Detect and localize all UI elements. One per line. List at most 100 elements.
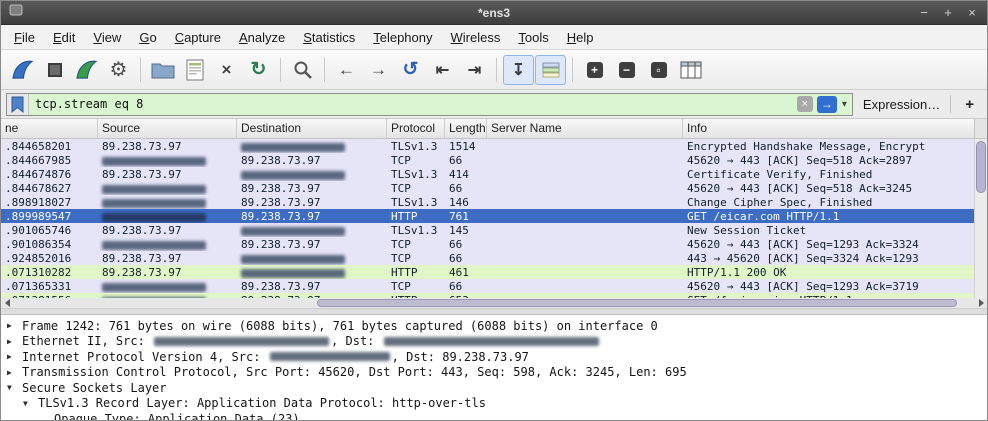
cell-server-name [487,181,683,195]
menu-item-telephony[interactable]: Telephony [364,27,441,48]
detail-line[interactable]: ▶Internet Protocol Version 4, Src: , Dst… [1,349,987,365]
collapsed-arrow-icon[interactable]: ▶ [7,321,22,330]
vertical-scrollbar[interactable] [974,139,987,298]
packet-row[interactable]: .89891802789.238.73.97TLSv1.3146Change C… [1,195,974,209]
detail-line[interactable]: ▶Transmission Control Protocol, Src Port… [1,365,987,381]
menu-item-analyze[interactable]: Analyze [230,27,294,48]
zoom-in-icon: + [587,62,603,78]
detail-text: Secure Sockets Layer [22,381,167,395]
clear-filter-icon[interactable]: × [797,96,813,112]
zoom-in-button[interactable]: + [579,55,610,85]
apply-filter-icon[interactable]: → [817,96,837,113]
column-header-destination[interactable]: Destination [237,119,387,138]
stop-capture-button[interactable] [39,55,70,85]
cell-protocol: TLSv1.3 [387,223,445,237]
column-header-server-name[interactable]: Server Name [487,119,683,138]
bookmark-icon[interactable] [7,94,29,115]
add-filter-button[interactable]: + [957,96,982,113]
resize-columns-button[interactable] [675,55,706,85]
save-file-button[interactable] [179,55,210,85]
column-header-protocol[interactable]: Protocol [387,119,445,138]
colorize-button[interactable] [535,55,566,85]
go-to-packet-button[interactable]: ↺ [395,55,426,85]
minimize-button[interactable]: − [917,5,931,20]
menu-item-wireless[interactable]: Wireless [442,27,510,48]
detail-line[interactable]: ▼Secure Sockets Layer [1,380,987,396]
restart-capture-button[interactable] [71,55,102,85]
title-bar[interactable]: *ens3 − + × [1,1,987,25]
menu-item-view[interactable]: View [84,27,130,48]
cell-time: .901086354 [1,237,98,251]
menu-item-help[interactable]: Help [558,27,603,48]
filter-input[interactable] [29,97,797,111]
close-button[interactable]: × [965,5,979,20]
detail-line[interactable]: ▶Ethernet II, Src: , Dst: [1,334,987,350]
scroll-left-icon[interactable] [1,298,13,308]
zoom-out-button[interactable]: − [611,55,642,85]
cell-destination: 89.238.73.97 [237,237,387,251]
capture-options-button[interactable]: ⚙ [103,55,134,85]
go-last-button[interactable]: ⇥ [459,55,490,85]
packet-row[interactable]: .84465820189.238.73.97TLSv1.31514Encrypt… [1,139,974,153]
packet-row[interactable]: .89998954789.238.73.97HTTP761GET /eicar.… [1,209,974,223]
horizontal-scrollbar-thumb[interactable] [317,299,957,307]
expression-button[interactable]: Expression… [859,97,944,112]
column-header-ne[interactable]: ne [1,119,98,138]
scroll-right-icon[interactable] [975,298,987,308]
packet-row[interactable]: .07131028289.238.73.97HTTP461HTTP/1.1 20… [1,265,974,279]
cell-destination [237,167,387,181]
collapsed-arrow-icon[interactable]: ▶ [7,352,22,361]
go-back-button[interactable]: ← [331,55,362,85]
cell-time: .844678627 [1,181,98,195]
column-header-length[interactable]: Length [445,119,487,138]
cell-time: .844658201 [1,139,98,153]
cell-source: 89.238.73.97 [98,223,237,237]
collapsed-arrow-icon[interactable]: ▶ [7,337,22,346]
packet-row[interactable]: .84467862789.238.73.97TCP6645620 → 443 [… [1,181,974,195]
packet-row[interactable]: .07136533189.238.73.97TCP6645620 → 443 [… [1,279,974,293]
packet-row[interactable]: .90108635489.238.73.97TCP6645620 → 443 [… [1,237,974,251]
detail-line[interactable]: Opaque Type: Application Data (23) [1,411,987,421]
zoom-out-icon: − [619,62,635,78]
open-file-button[interactable] [147,55,178,85]
toolbar-separator [280,58,281,82]
menu-item-edit[interactable]: Edit [44,27,84,48]
menu-item-capture[interactable]: Capture [166,27,230,48]
detail-line[interactable]: ▼TLSv1.3 Record Layer: Application Data … [1,396,987,412]
normal-size-button[interactable]: ▫ [643,55,674,85]
packet-row[interactable]: .90106574689.238.73.97TLSv1.3145New Sess… [1,223,974,237]
cell-protocol: TCP [387,153,445,167]
menu-item-statistics[interactable]: Statistics [294,27,364,48]
collapsed-arrow-icon[interactable]: ▶ [7,368,22,377]
cell-source: 89.238.73.97 [98,167,237,181]
filter-dropdown-icon[interactable]: ▾ [840,99,852,110]
expanded-arrow-icon[interactable]: ▼ [23,399,38,408]
packet-row[interactable]: .84466798589.238.73.97TCP6645620 → 443 [… [1,153,974,167]
column-header-source[interactable]: Source [98,119,237,138]
cell-time: .924852016 [1,251,98,265]
detail-line[interactable]: ▶Frame 1242: 761 bytes on wire (6088 bit… [1,318,987,334]
vertical-scrollbar-thumb[interactable] [976,141,986,193]
expanded-arrow-icon[interactable]: ▼ [7,383,22,392]
main-toolbar: ⚙ ×↻ ←→↺⇤⇥ ↧ +−▫ [1,50,987,90]
menu-item-tools[interactable]: Tools [509,27,557,48]
restart-capture-icon [74,57,99,82]
find-packet-button[interactable] [287,55,318,85]
go-first-button[interactable]: ⇤ [427,55,458,85]
auto-scroll-button[interactable]: ↧ [503,55,534,85]
packet-row[interactable]: .84467487689.238.73.97TLSv1.3414Certific… [1,167,974,181]
start-capture-button[interactable] [7,55,38,85]
close-file-button[interactable]: × [211,55,242,85]
column-header-info[interactable]: Info [683,119,974,138]
cell-source [98,209,237,223]
maximize-button[interactable]: + [941,5,955,20]
reload-file-button[interactable]: ↻ [243,55,274,85]
go-forward-button[interactable]: → [363,55,394,85]
cell-time: .899989547 [1,209,98,223]
menu-item-go[interactable]: Go [130,27,165,48]
menu-item-file[interactable]: File [5,27,44,48]
packet-row[interactable]: .92485201689.238.73.97TCP66443 → 45620 [… [1,251,974,265]
cell-destination [237,223,387,237]
redacted-text [270,352,390,361]
horizontal-scrollbar[interactable] [1,298,987,309]
